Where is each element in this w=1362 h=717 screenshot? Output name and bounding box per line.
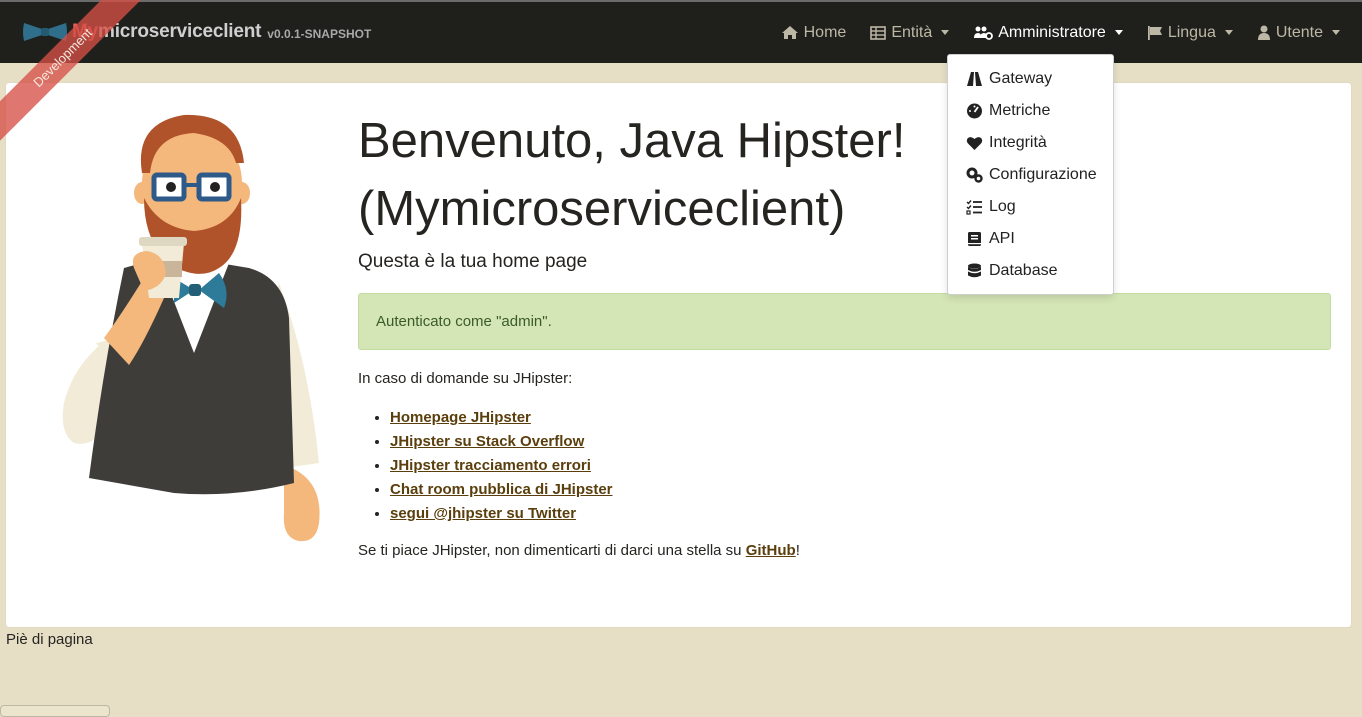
nav-entities[interactable]: Entità [870, 23, 950, 42]
users-cog-icon [974, 26, 994, 40]
list-item: JHipster tracciamento errori [390, 454, 1331, 478]
book-icon [968, 232, 981, 246]
nav-user-label: Utente [1275, 23, 1323, 41]
nav-admin-label: Amministratore [998, 23, 1106, 41]
menu-item-label: Metriche [989, 102, 1051, 119]
database-icon [968, 263, 981, 278]
hipster-illustration [62, 114, 320, 542]
nav-home[interactable]: Home [781, 23, 847, 42]
auth-alert: Autenticato come "admin". [358, 293, 1331, 350]
menu-item-health[interactable]: Integrità [948, 127, 1113, 159]
menu-item-configuration[interactable]: Configurazione [948, 159, 1113, 191]
menu-item-label: Integrità [989, 134, 1047, 151]
menu-item-gateway[interactable]: Gateway [948, 63, 1113, 95]
star-text: Se ti piace JHipster, non dimenticarti d… [358, 542, 1331, 559]
menu-item-api[interactable]: API [948, 223, 1113, 255]
flag-icon [1147, 26, 1162, 40]
menu-item-label: Database [989, 262, 1058, 279]
page-title: Benvenuto, Java Hipster! (Mymicroservicec… [358, 107, 1331, 243]
link-bug-tracker[interactable]: JHipster tracciamento errori [390, 457, 591, 474]
page-footer: Piè di pagina [6, 631, 93, 648]
star-text-prefix: Se ti piace JHipster, non dimenticarti d… [358, 542, 746, 559]
navbar: Mymicroserviceclient v0.0.1-SNAPSHOT Hom… [0, 0, 1362, 63]
home-icon [781, 26, 798, 39]
cogs-icon [966, 167, 983, 183]
list-item: Homepage JHipster [390, 406, 1331, 430]
link-stackoverflow[interactable]: JHipster su Stack Overflow [390, 433, 584, 450]
brand-version: v0.0.1-SNAPSHOT [267, 27, 372, 41]
link-twitter[interactable]: segui @jhipster su Twitter [390, 505, 576, 522]
link-homepage[interactable]: Homepage JHipster [390, 409, 531, 426]
page-subtitle: Questa è la tua home page [358, 251, 588, 272]
nav-language[interactable]: Lingua [1147, 24, 1233, 42]
bottom-edge-tab [0, 705, 110, 717]
menu-item-label: API [989, 230, 1015, 247]
road-icon [967, 72, 982, 86]
menu-item-metrics[interactable]: Metriche [948, 95, 1113, 127]
chevron-down-icon [941, 30, 950, 35]
admin-dropdown-menu: Gateway Metriche Integrità Configurazion… [947, 54, 1114, 295]
auth-alert-text: Autenticato come "admin". [376, 313, 552, 330]
nav-home-label: Home [803, 23, 847, 41]
tasks-icon [966, 200, 982, 215]
brand[interactable]: Mymicroserviceclient v0.0.1-SNAPSHOT [22, 16, 371, 48]
tachometer-icon [967, 103, 982, 119]
main-content: Benvenuto, Java Hipster! (Mymicroservicec… [358, 107, 1331, 559]
brand-title-accent: My [72, 21, 98, 42]
list-item: segui @jhipster su Twitter [390, 502, 1331, 526]
list-item: Chat room pubblica di JHipster [390, 478, 1331, 502]
resource-links: Homepage JHipster JHipster su Stack Over… [358, 406, 1331, 526]
page-title-line1: Benvenuto, Java Hipster! [358, 114, 906, 168]
star-text-suffix: ! [795, 542, 800, 559]
brand-title: Mymicroserviceclient [72, 21, 261, 43]
nav-entities-label: Entità [891, 23, 933, 41]
main-card: Benvenuto, Java Hipster! (Mymicroservicec… [6, 83, 1351, 627]
user-icon [1257, 25, 1270, 40]
menu-item-logs[interactable]: Log [948, 191, 1113, 223]
link-github[interactable]: GitHub [746, 542, 796, 559]
questions-text: In caso di domande su JHipster: [358, 370, 573, 387]
list-item: JHipster su Stack Overflow [390, 430, 1331, 454]
brand-title-rest: microserviceclient [98, 21, 262, 42]
bowtie-logo-icon [23, 23, 67, 41]
heart-icon [966, 137, 983, 150]
nav-user[interactable]: Utente [1257, 24, 1340, 42]
chevron-down-icon [1332, 30, 1340, 35]
menu-item-label: Configurazione [989, 166, 1097, 183]
nav-language-label: Lingua [1167, 23, 1216, 41]
chevron-down-icon [1224, 30, 1233, 35]
chevron-down-icon [1114, 30, 1123, 35]
nav-admin[interactable]: Amministratore [973, 24, 1123, 42]
menu-item-label: Gateway [989, 70, 1053, 87]
page-title-line2: (Mymicroserviceclient) [358, 182, 846, 236]
table-icon [870, 25, 887, 40]
menu-item-label: Log [989, 198, 1016, 215]
menu-item-database[interactable]: Database [948, 255, 1113, 287]
link-chat-room[interactable]: Chat room pubblica di JHipster [390, 481, 613, 498]
